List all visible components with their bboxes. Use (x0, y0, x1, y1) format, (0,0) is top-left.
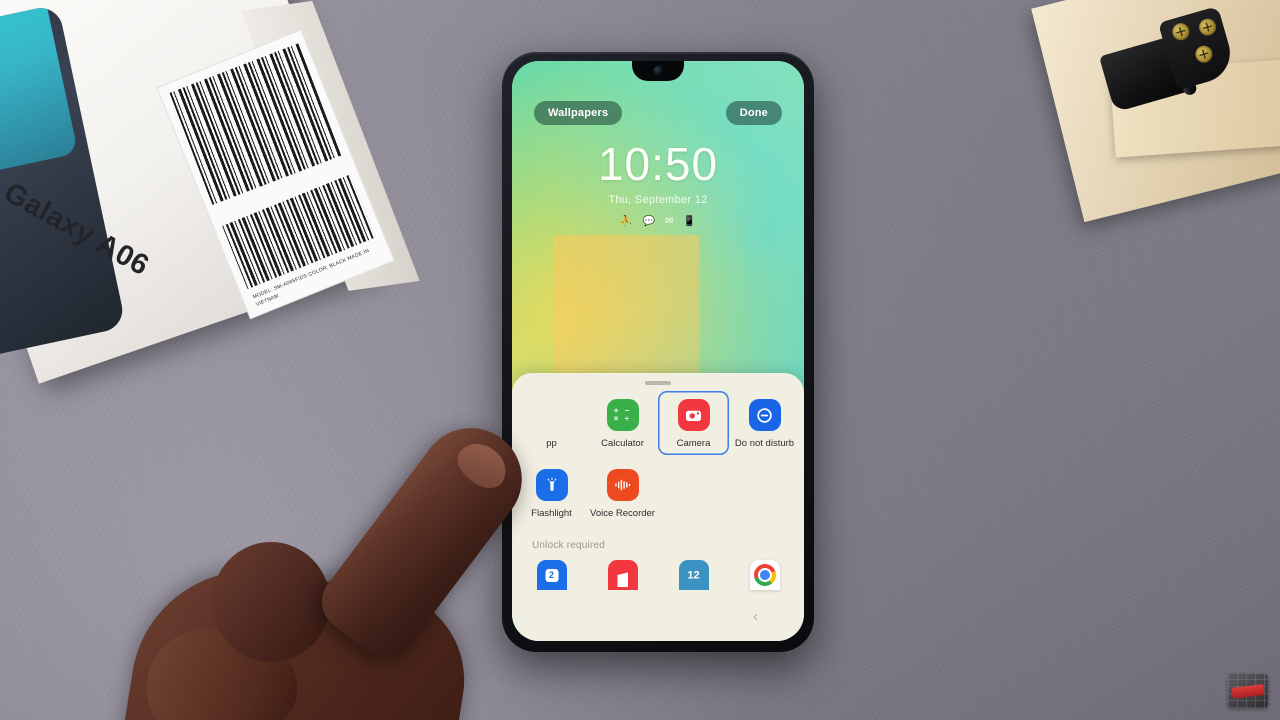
shortcut-label: Do not disturb (734, 438, 795, 449)
shortcut-item-do-not-disturb[interactable]: Do not disturb (729, 391, 800, 455)
message-icon: 💬 (642, 216, 656, 227)
camera-icon (677, 399, 710, 431)
hand-knuckle (212, 542, 330, 662)
shortcut-label: Camera (676, 438, 711, 449)
chrome-icon (749, 559, 780, 590)
contacts-icon: ⛹ (620, 216, 633, 227)
lockscreen-top-bar: Wallpapers Done (512, 101, 804, 125)
locked-app-chrome[interactable] (729, 559, 800, 590)
do-not-disturb-icon (748, 399, 781, 431)
email-icon: ✉ (665, 216, 674, 227)
front-camera-icon (653, 66, 663, 75)
back-chevron-icon[interactable]: ‹ (753, 608, 758, 625)
lockscreen-clock-block[interactable]: 10:50 Thu, September 12 ⛹ 💬 ✉ 📱 (512, 141, 804, 227)
locked-app-calendar[interactable] (658, 559, 729, 590)
fingernail (450, 434, 515, 497)
calendar-icon (678, 559, 709, 590)
clock-date: Thu, September 12 (608, 194, 708, 206)
wallpapers-button[interactable]: Wallpapers (534, 101, 623, 125)
camera-notch (632, 61, 684, 81)
barcode-primary (169, 43, 342, 205)
channel-watermark (1228, 674, 1268, 708)
shortcut-slot-empty (729, 461, 800, 525)
notification-icon-row: ⛹ 💬 ✉ 📱 (512, 217, 804, 227)
clock-time: 10:50 (597, 138, 719, 190)
shortcut-slot-empty (658, 461, 729, 525)
pointing-hand (116, 392, 620, 720)
done-button[interactable]: Done (725, 101, 782, 125)
shortcut-item-camera[interactable]: Camera (658, 391, 729, 455)
phone-icon: 📱 (683, 216, 696, 227)
